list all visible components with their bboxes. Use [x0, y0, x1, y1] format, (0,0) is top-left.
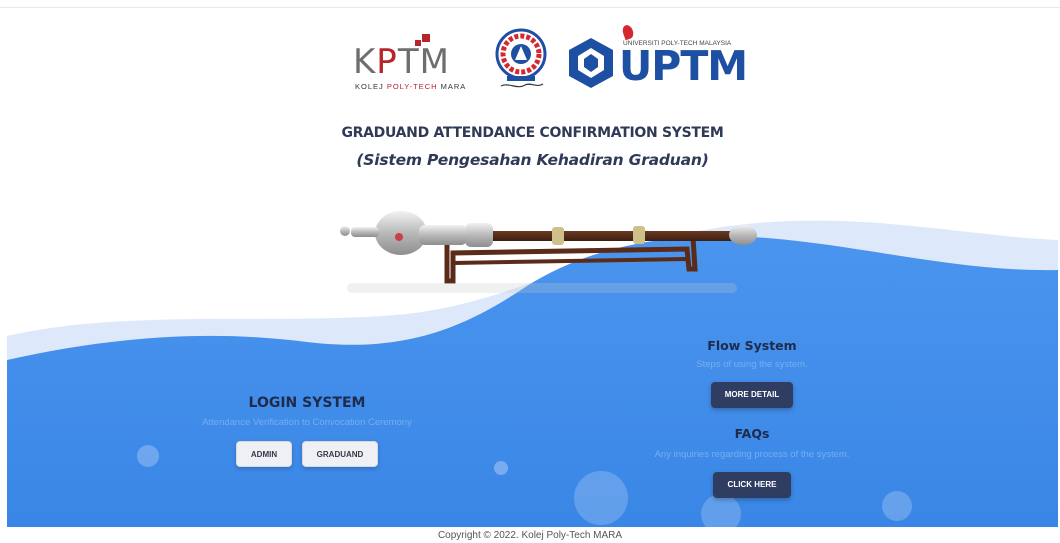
mara-seal-icon: [495, 28, 547, 88]
faq-panel: FAQs Any inquiries regarding process of …: [607, 426, 897, 498]
hero-stage: KPTM KOLEJ POLY-TECH MARA UNIVERSITI POL…: [7, 8, 1058, 527]
kptm-wordmark: KPTM: [353, 42, 450, 82]
uptm-flame-icon: [620, 23, 636, 41]
login-panel: LOGIN SYSTEM Attendance Verification to …: [157, 395, 457, 467]
flow-system-panel: Flow System Steps of using the system. M…: [607, 338, 897, 408]
flow-system-description: Steps of using the system.: [696, 359, 808, 370]
uptm-emblem-icon: [569, 38, 613, 88]
page-title: GRADUAND ATTENDANCE CONFIRMATION SYSTEM: [341, 125, 724, 141]
login-buttons: ADMIN GRADUAND: [157, 441, 457, 467]
graduand-button[interactable]: GRADUAND: [302, 441, 378, 467]
uptm-wordmark: UPTM: [619, 42, 748, 90]
login-description: Attendance Verification to Convocation C…: [202, 417, 412, 428]
page-subtitle: (Sistem Pengesahan Kehadiran Graduan): [356, 151, 709, 169]
footer-copyright: Copyright © 2022. Kolej Poly-Tech MARA: [437, 530, 623, 541]
login-title: LOGIN SYSTEM: [248, 395, 366, 411]
admin-button[interactable]: ADMIN: [236, 441, 292, 467]
logo-row: KPTM KOLEJ POLY-TECH MARA UNIVERSITI POL…: [347, 22, 748, 94]
kptm-square-icon: [422, 34, 430, 42]
flow-system-title: Flow System: [707, 338, 797, 353]
uptm-logo: UNIVERSITI POLY-TECH MALAYSIA UPTM: [565, 23, 748, 92]
more-detail-button[interactable]: MORE DETAIL: [711, 382, 793, 408]
kptm-subtitle: KOLEJ POLY-TECH MARA: [355, 82, 467, 91]
faq-description: Any inquiries regarding process of the s…: [654, 449, 850, 460]
mace-illustration: [340, 211, 757, 293]
faq-title: FAQs: [734, 426, 770, 441]
faq-click-here-button[interactable]: CLICK HERE: [713, 472, 791, 498]
kptm-logo: KPTM KOLEJ POLY-TECH MARA: [353, 34, 479, 94]
